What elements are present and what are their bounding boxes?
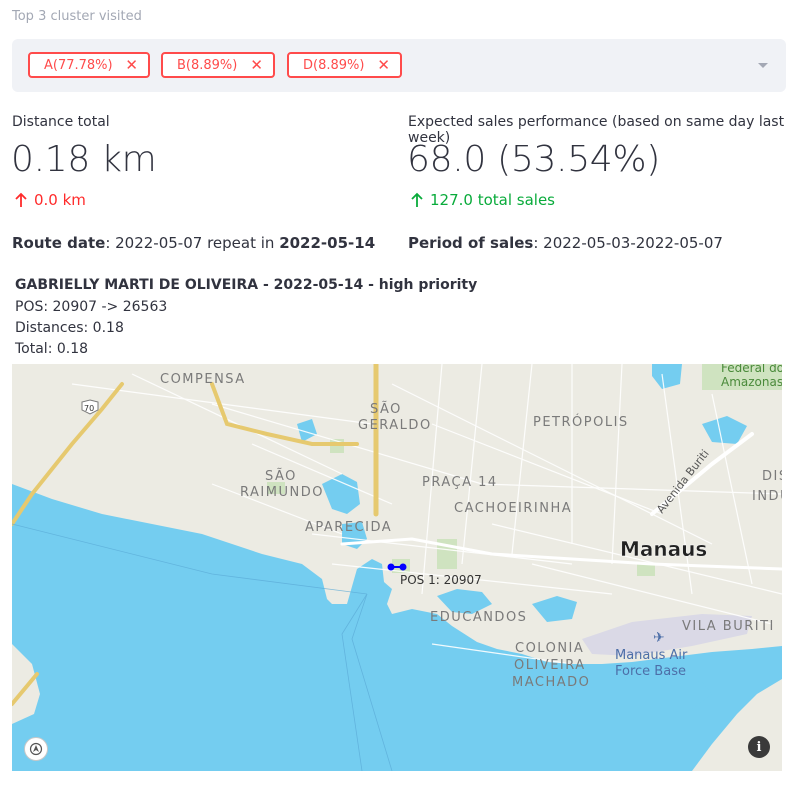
map-label-sao-raimundo: RAIMUNDO [240, 485, 324, 500]
route-date-label: Route date [12, 234, 106, 252]
tag-cluster-b: B(8.89%) ✕ [161, 52, 275, 78]
map-label-air-base: Manaus Air [615, 648, 688, 663]
period-label: Period of sales [408, 234, 534, 252]
distance-metric-delta: 0.0 km [14, 191, 86, 209]
route-repeat-date: 2022-05-14 [279, 234, 376, 252]
sales-metric-delta: 127.0 total sales [410, 191, 555, 209]
tag-label: B(8.89%) [177, 57, 238, 73]
tag-cluster-d: D(8.89%) ✕ [287, 52, 402, 78]
tag-label: D(8.89%) [303, 57, 365, 73]
map-label-manaus: Manaus [620, 537, 707, 561]
arrow-up-icon [15, 192, 27, 207]
road-70-label: 70 [84, 404, 94, 413]
distance-delta-text: 0.0 km [34, 191, 86, 209]
remove-tag-icon[interactable]: ✕ [125, 56, 138, 74]
tag-cluster-a: A(77.78%) ✕ [28, 52, 150, 78]
remove-tag-icon[interactable]: ✕ [377, 56, 390, 74]
map-label-sao-geraldo: GERALDO [358, 418, 432, 433]
chevron-down-icon[interactable] [758, 63, 768, 68]
map-label-praca14: PRAÇA 14 [422, 475, 498, 490]
sales-metric-value: 68.0 (53.54%) [407, 139, 661, 180]
map-label-indu: INDU [752, 489, 782, 504]
map-label-federal: Amazonas [721, 375, 782, 389]
period-of-sales-line: Period of sales: 2022-05-03-2022-05-07 [408, 234, 723, 252]
route-total: Total: 0.18 [15, 341, 89, 357]
map-label-colonia: COLONIA [515, 641, 584, 656]
map-label-aparecida: APARECIDA [305, 520, 392, 535]
filter-label: Top 3 cluster visited [12, 9, 142, 24]
map-label-vila-buriti: VILA BURITI [682, 619, 775, 634]
pos-marker-1 [387, 563, 395, 571]
map-label-sao-raimundo: SÃO [265, 468, 297, 484]
route-date-value: : 2022-05-07 repeat in [105, 234, 280, 252]
map-label-federal: Federal do [721, 364, 782, 375]
info-icon[interactable]: i [748, 736, 770, 758]
route-header: GABRIELLY MARTI DE OLIVEIRA - 2022-05-14… [15, 277, 478, 293]
route-pos: POS: 20907 -> 26563 [15, 299, 168, 315]
arrow-up-icon [411, 192, 423, 207]
compass-icon[interactable] [24, 737, 48, 761]
map-canvas[interactable]: 70 COMPENSA SÃO GERALDO PETRÓPOLIS SÃO R… [12, 364, 782, 771]
map-label-cachoeirinha: CACHOEIRINHA [454, 501, 572, 516]
map-label-compensa: COMPENSA [160, 372, 246, 387]
map-label-sao-geraldo: SÃO [370, 401, 402, 417]
map-label-educandos: EDUCANDOS [430, 610, 527, 625]
map-label-petropolis: PETRÓPOLIS [533, 414, 629, 430]
sales-delta-text: 127.0 total sales [430, 191, 555, 209]
map-label-colonia: MACHADO [512, 675, 590, 690]
distance-metric-label: Distance total [12, 114, 110, 130]
route-distances: Distances: 0.18 [15, 320, 124, 336]
map-label-colonia: OLIVEIRA [514, 658, 586, 673]
tag-label: A(77.78%) [44, 57, 113, 73]
route-date-line: Route date: 2022-05-07 repeat in 2022-05… [12, 234, 375, 252]
pos-marker-label: POS 1: 20907 [400, 573, 482, 587]
distance-metric-value: 0.18 km [11, 139, 157, 180]
remove-tag-icon[interactable]: ✕ [250, 56, 263, 74]
pos-marker-2 [399, 563, 407, 571]
cluster-multiselect[interactable]: A(77.78%) ✕ B(8.89%) ✕ D(8.89%) ✕ [12, 39, 786, 92]
route-map[interactable]: 70 COMPENSA SÃO GERALDO PETRÓPOLIS SÃO R… [12, 364, 782, 771]
period-value: : 2022-05-03-2022-05-07 [533, 234, 723, 252]
map-label-dis: DIS [762, 469, 782, 484]
airplane-icon: ✈ [653, 630, 665, 646]
map-label-air-base: Force Base [615, 664, 686, 679]
